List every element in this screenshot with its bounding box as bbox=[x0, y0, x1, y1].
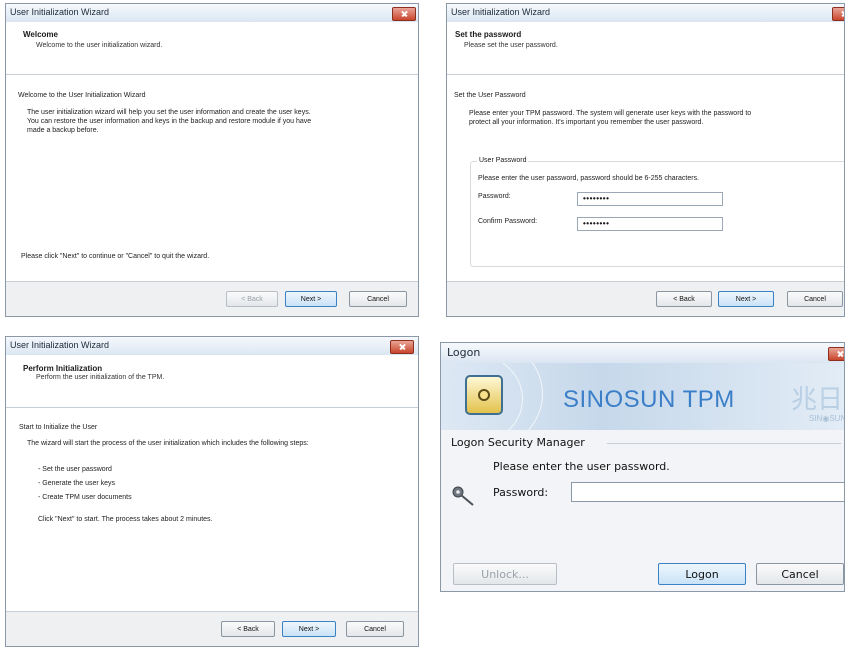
group-label: User Password bbox=[477, 157, 529, 164]
description-line: The user initialization wizard will help… bbox=[27, 109, 311, 116]
wizard-body: Start to Initialize the User The wizard … bbox=[6, 408, 418, 612]
key-icon bbox=[452, 486, 474, 506]
close-icon[interactable] bbox=[832, 7, 844, 21]
prompt-text: Please enter the user password. bbox=[493, 460, 670, 473]
brand-logo-small: SIN◉SUN bbox=[809, 414, 844, 423]
wizard-body: Set the User Password Please enter your … bbox=[447, 75, 844, 282]
group-label: Logon Security Manager bbox=[451, 436, 585, 449]
brand-logo-chinese: 兆日 bbox=[791, 385, 844, 415]
header-subtitle: Welcome to the user initialization wizar… bbox=[36, 42, 163, 49]
section-title: Set the User Password bbox=[454, 92, 526, 99]
wizard-footer: < Back Next > Cancel bbox=[6, 611, 418, 646]
logon-button[interactable]: Logon bbox=[658, 563, 746, 585]
intro-text: The wizard will start the process of the… bbox=[27, 440, 309, 447]
next-button[interactable]: Next > bbox=[282, 621, 336, 637]
back-button[interactable]: < Back bbox=[656, 291, 712, 307]
window-title: User Initialization Wizard bbox=[451, 7, 551, 17]
close-icon[interactable] bbox=[828, 347, 844, 361]
section-title: Welcome to the User Initialization Wizar… bbox=[18, 92, 146, 99]
close-icon[interactable] bbox=[392, 7, 416, 21]
header-title: Perform Initialization bbox=[23, 364, 103, 373]
cancel-button[interactable]: Cancel bbox=[346, 621, 404, 637]
description-line: Please enter your TPM password. The syst… bbox=[469, 110, 752, 117]
password-instruction: Please enter the user password, password… bbox=[478, 175, 700, 182]
password-label: Password: bbox=[493, 486, 549, 499]
description-line: made a backup before. bbox=[27, 127, 99, 134]
wizard-footer: < Back Next > Cancel bbox=[6, 281, 418, 316]
back-button[interactable]: < Back bbox=[221, 621, 275, 637]
step-item: - Set the user password bbox=[38, 466, 112, 473]
close-icon[interactable] bbox=[390, 340, 414, 354]
title-bar[interactable]: User Initialization Wizard bbox=[6, 4, 418, 23]
wizard-footer: < Back Next > Cancel bbox=[447, 281, 844, 316]
step-item: - Generate the user keys bbox=[38, 480, 116, 487]
cancel-button[interactable]: Cancel bbox=[756, 563, 844, 585]
cancel-button[interactable]: Cancel bbox=[787, 291, 843, 307]
header-subtitle: Please set the user password. bbox=[464, 42, 558, 49]
back-button[interactable]: < Back bbox=[226, 291, 278, 307]
confirm-password-label: Confirm Password: bbox=[478, 218, 538, 225]
wizard-welcome-window: User Initialization Wizard Welcome Welco… bbox=[5, 3, 419, 317]
description-line: protect all your information. It's impor… bbox=[469, 119, 704, 126]
cancel-button[interactable]: Cancel bbox=[349, 291, 407, 307]
password-field[interactable]: •••••••• bbox=[577, 192, 723, 206]
safe-icon bbox=[465, 375, 503, 415]
brand-banner: SINOSUN TPM 兆日 SIN◉SUN bbox=[441, 363, 844, 430]
wizard-body: Welcome to the User Initialization Wizar… bbox=[6, 75, 418, 282]
wizard-header: Welcome Welcome to the user initializati… bbox=[6, 22, 418, 75]
title-bar[interactable]: User Initialization Wizard bbox=[447, 4, 844, 23]
group-divider bbox=[607, 443, 841, 444]
section-title: Start to Initialize the User bbox=[19, 424, 98, 431]
password-input[interactable] bbox=[571, 482, 844, 502]
brand-logo: SINOSUN TPM bbox=[563, 386, 735, 413]
note-text: Click "Next" to start. The process takes… bbox=[38, 516, 213, 523]
logon-window: Logon SINOSUN TPM 兆日 SIN◉SUN Logon Secur… bbox=[440, 342, 845, 592]
password-label: Password: bbox=[478, 193, 511, 200]
wizard-header: Set the password Please set the user pas… bbox=[447, 22, 844, 75]
wizard-password-window: User Initialization Wizard Set the passw… bbox=[446, 3, 845, 317]
header-title: Set the password bbox=[455, 30, 522, 39]
header-subtitle: Perform the user initialization of the T… bbox=[36, 374, 165, 381]
header-title: Welcome bbox=[23, 30, 58, 39]
title-bar[interactable]: Logon bbox=[441, 343, 844, 364]
unlock-button[interactable]: Unlock... bbox=[453, 563, 557, 585]
wizard-header: Perform Initialization Perform the user … bbox=[6, 355, 418, 408]
description-line: You can restore the user information and… bbox=[27, 118, 312, 125]
next-button[interactable]: Next > bbox=[718, 291, 774, 307]
next-button[interactable]: Next > bbox=[285, 291, 337, 307]
title-bar[interactable]: User Initialization Wizard bbox=[6, 337, 418, 356]
step-item: - Create TPM user documents bbox=[38, 494, 132, 501]
confirm-password-field[interactable]: •••••••• bbox=[577, 217, 723, 231]
window-title: User Initialization Wizard bbox=[10, 7, 110, 17]
window-title: Logon bbox=[447, 346, 481, 359]
window-title: User Initialization Wizard bbox=[10, 340, 110, 350]
wizard-perform-window: User Initialization Wizard Perform Initi… bbox=[5, 336, 419, 647]
instruction-text: Please click "Next" to continue or "Canc… bbox=[21, 253, 210, 260]
